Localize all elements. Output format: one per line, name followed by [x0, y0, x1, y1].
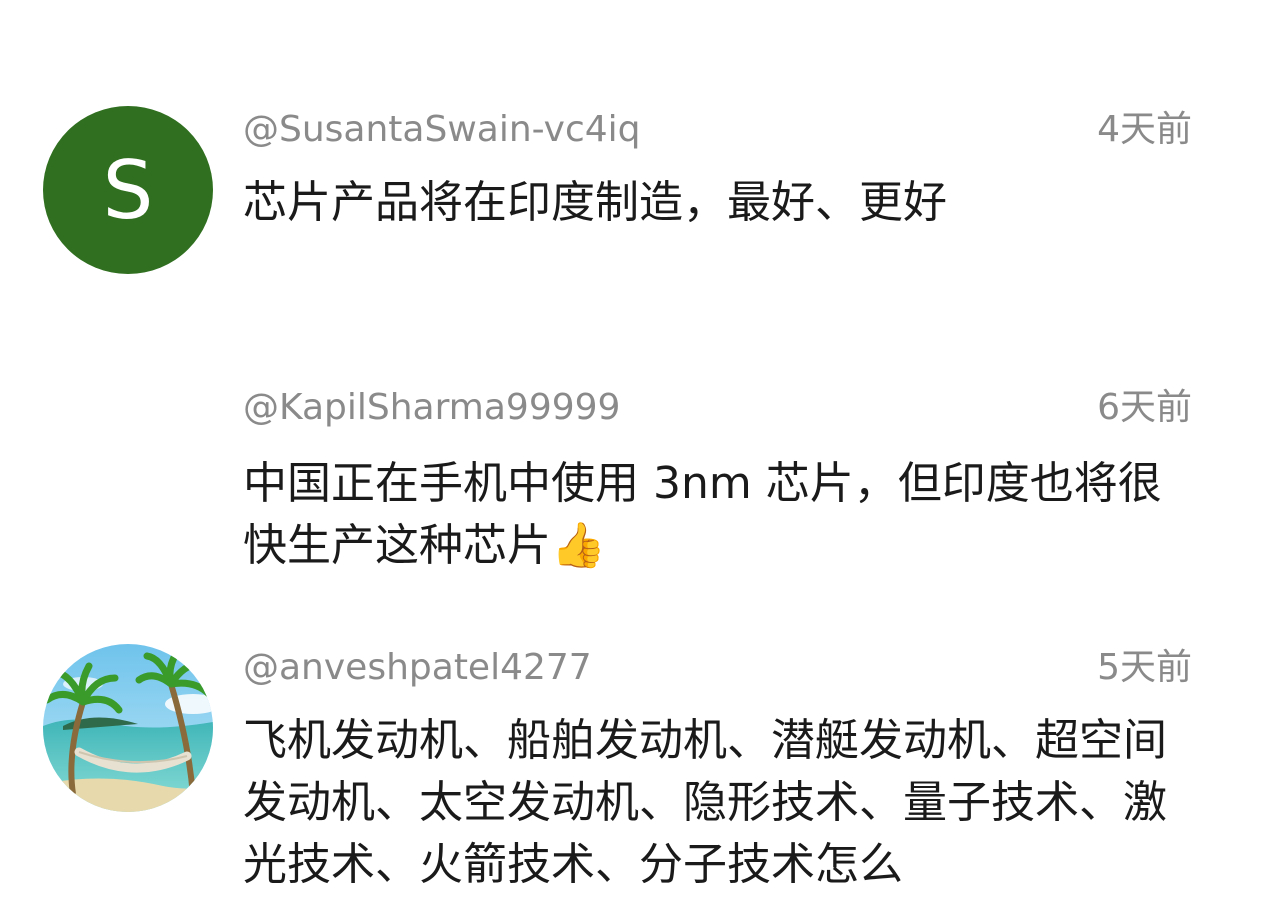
comment-author-handle[interactable]: @SusantaSwain-vc4iq: [243, 112, 641, 148]
comment-text: 中国正在手机中使用 3nm 芯片，但印度也将很快生产这种芯片👍: [243, 458, 1162, 571]
beach-hammock-avatar-icon: [43, 644, 213, 812]
avatar[interactable]: S: [43, 106, 213, 274]
comment-text: 芯片产品将在印度制造，最好、更好: [243, 177, 947, 228]
avatar[interactable]: [43, 644, 213, 812]
comment-timestamp: 5天前: [1097, 647, 1192, 688]
comment-timestamp: 6天前: [1097, 387, 1192, 428]
comment-item: @KapilSharma99999 6天前 中国正在手机中使用 3nm 芯片，但…: [0, 390, 1280, 590]
comment-item: S @SusantaSwain-vc4iq 4天前 芯片产品将在印度制造，最好、…: [0, 106, 1280, 274]
comment-author-handle[interactable]: @anveshpatel4277: [243, 650, 592, 686]
comment-item: @anveshpatel4277 5天前 飞机发动机、船舶发动机、潜艇发动机、超…: [0, 644, 1280, 903]
comment-text: 飞机发动机、船舶发动机、潜艇发动机、超空间发动机、太空发动机、隐形技术、量子技术…: [243, 715, 1167, 890]
comment-timestamp: 4天前: [1097, 109, 1192, 150]
avatar-letter: S: [102, 143, 154, 237]
comment-author-handle[interactable]: @KapilSharma99999: [243, 390, 620, 426]
